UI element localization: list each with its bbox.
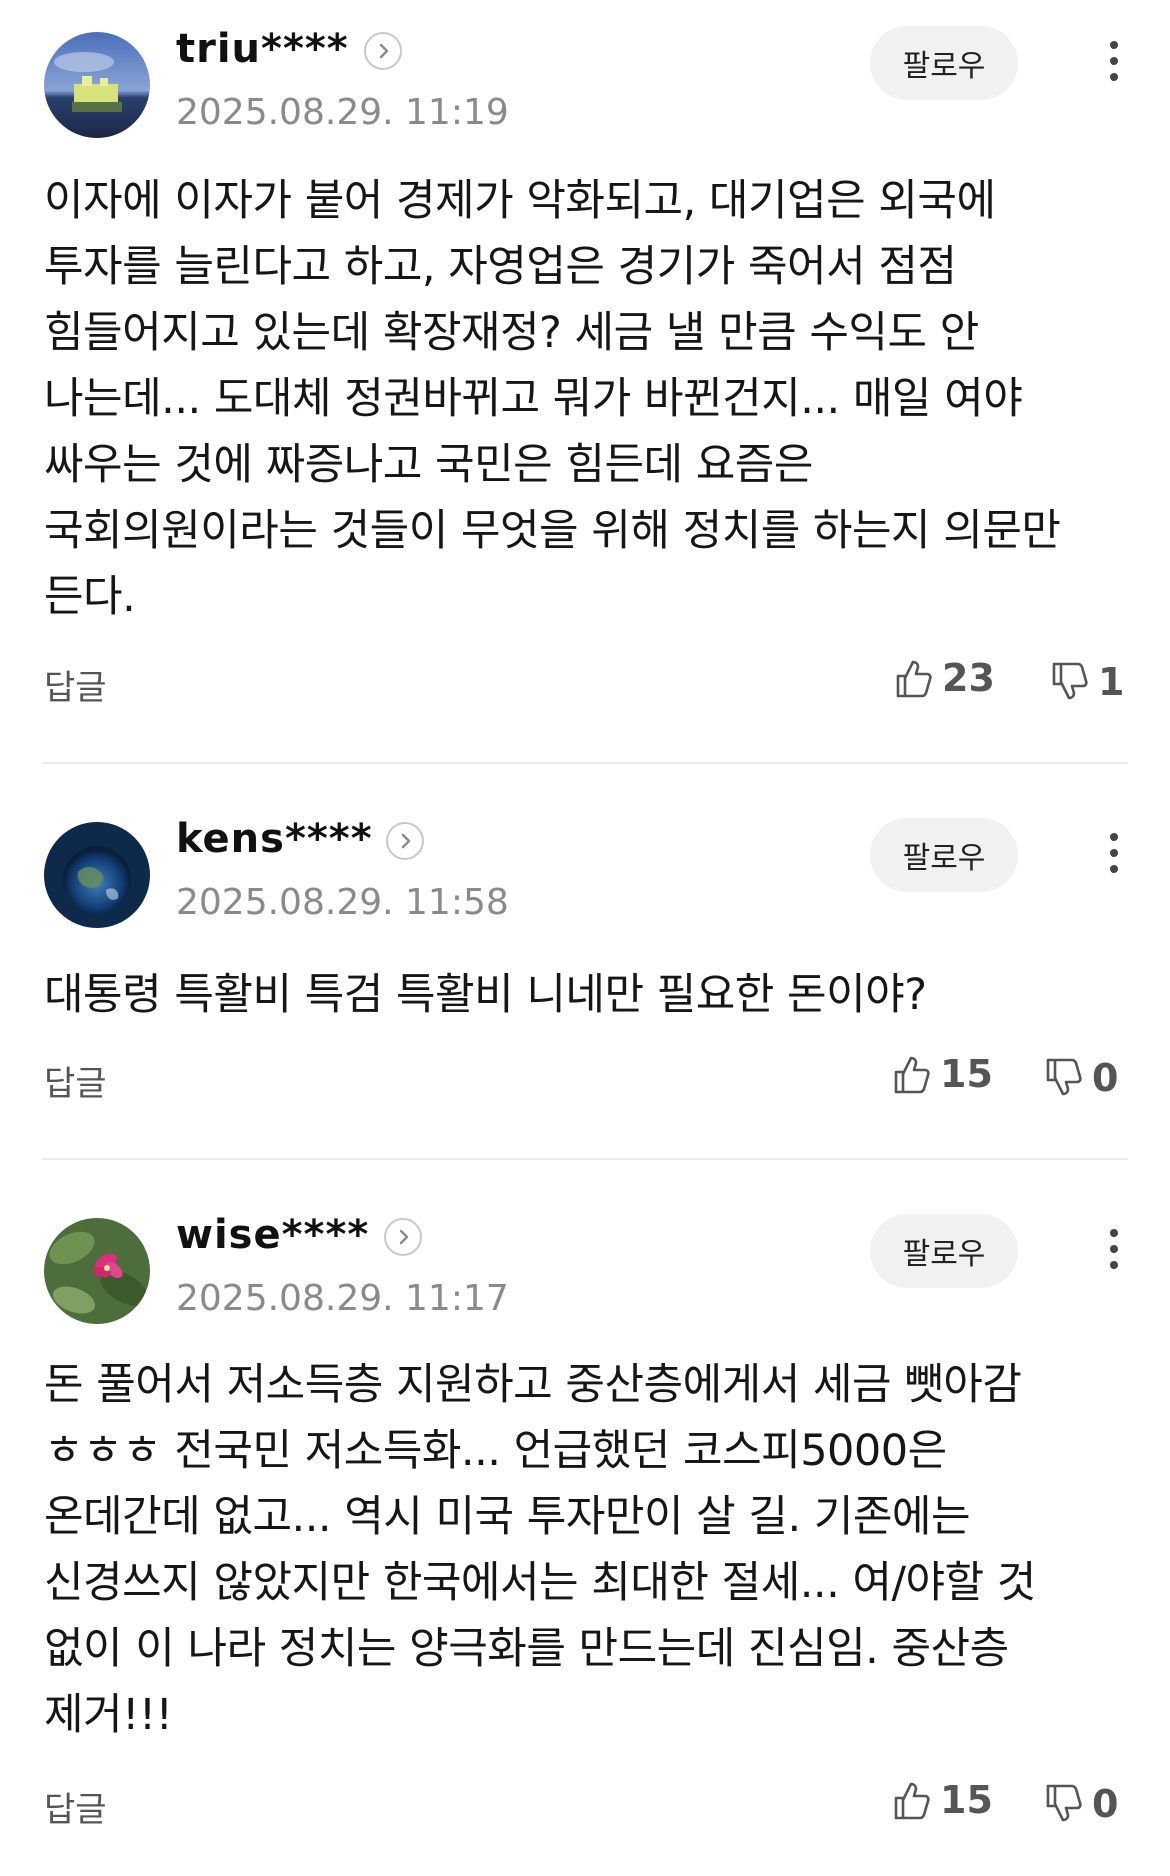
like-button[interactable]: 15 [892,1778,993,1822]
dislike-button[interactable]: 0 [1044,1056,1118,1100]
avatar[interactable] [44,1218,150,1324]
divider [42,1158,1128,1160]
dislike-button[interactable]: 1 [1050,660,1124,704]
more-vertical-icon[interactable] [1092,24,1136,98]
timestamp: 2025.08.29. 11:58 [176,882,509,923]
like-count: 23 [942,656,995,700]
comment-list: triu**** 2025.08.29. 11:19 팔로우 이자에 이자가 붙… [0,0,1170,1876]
like-button[interactable]: 15 [892,1052,993,1096]
thumbs-down-icon [1046,1058,1082,1096]
username[interactable]: kens**** [176,816,373,862]
thumbs-down-icon [1046,1784,1082,1822]
divider [42,762,1128,764]
dislike-count: 1 [1098,660,1125,704]
reply-button[interactable]: 답글 [44,1782,107,1831]
thumbs-down-icon [1052,662,1088,700]
dislike-count: 0 [1092,1056,1119,1100]
follow-button[interactable]: 팔로우 [870,818,1018,892]
avatar[interactable] [44,32,150,138]
like-count: 15 [940,1052,993,1096]
chevron-right-icon[interactable] [384,1218,422,1256]
comment-item: kens**** 2025.08.29. 11:58 팔로우 대통령 특활비 특… [0,792,1170,1162]
comment-text: 이자에 이자가 붙어 경제가 악화되고, 대기업은 외국에 투자를 늘린다고 하… [44,176,1061,622]
comment-item: wise**** 2025.08.29. 11:17 팔로우 돈 풀어서 저소득… [0,1188,1170,1876]
like-button[interactable]: 23 [894,656,995,700]
thumbs-up-icon [894,1056,930,1094]
more-vertical-icon[interactable] [1092,816,1136,890]
avatar[interactable] [44,822,150,928]
thumbs-up-icon [894,1782,930,1820]
thumbs-up-icon [896,660,932,698]
comment-item: triu**** 2025.08.29. 11:19 팔로우 이자에 이자가 붙… [0,0,1170,764]
timestamp: 2025.08.29. 11:17 [176,1278,509,1319]
more-vertical-icon[interactable] [1092,1212,1136,1286]
reply-button[interactable]: 답글 [44,1056,107,1105]
username[interactable]: triu**** [176,26,349,72]
chevron-right-icon[interactable] [364,32,402,70]
reply-button[interactable]: 답글 [44,660,107,709]
username[interactable]: wise**** [176,1212,369,1258]
comment-text: 대통령 특활비 특검 특활비 니네만 필요한 돈이야? [44,970,927,1020]
follow-button[interactable]: 팔로우 [870,1214,1018,1288]
follow-button[interactable]: 팔로우 [870,26,1018,100]
like-count: 15 [940,1778,993,1822]
timestamp: 2025.08.29. 11:19 [176,92,509,133]
dislike-button[interactable]: 0 [1044,1782,1118,1826]
comment-text: 돈 풀어서 저소득층 지원하고 중산층에게서 세금 뺏아감 ㅎㅎㅎ 전국민 저소… [44,1360,1036,1740]
chevron-right-icon[interactable] [386,822,424,860]
dislike-count: 0 [1092,1782,1119,1826]
